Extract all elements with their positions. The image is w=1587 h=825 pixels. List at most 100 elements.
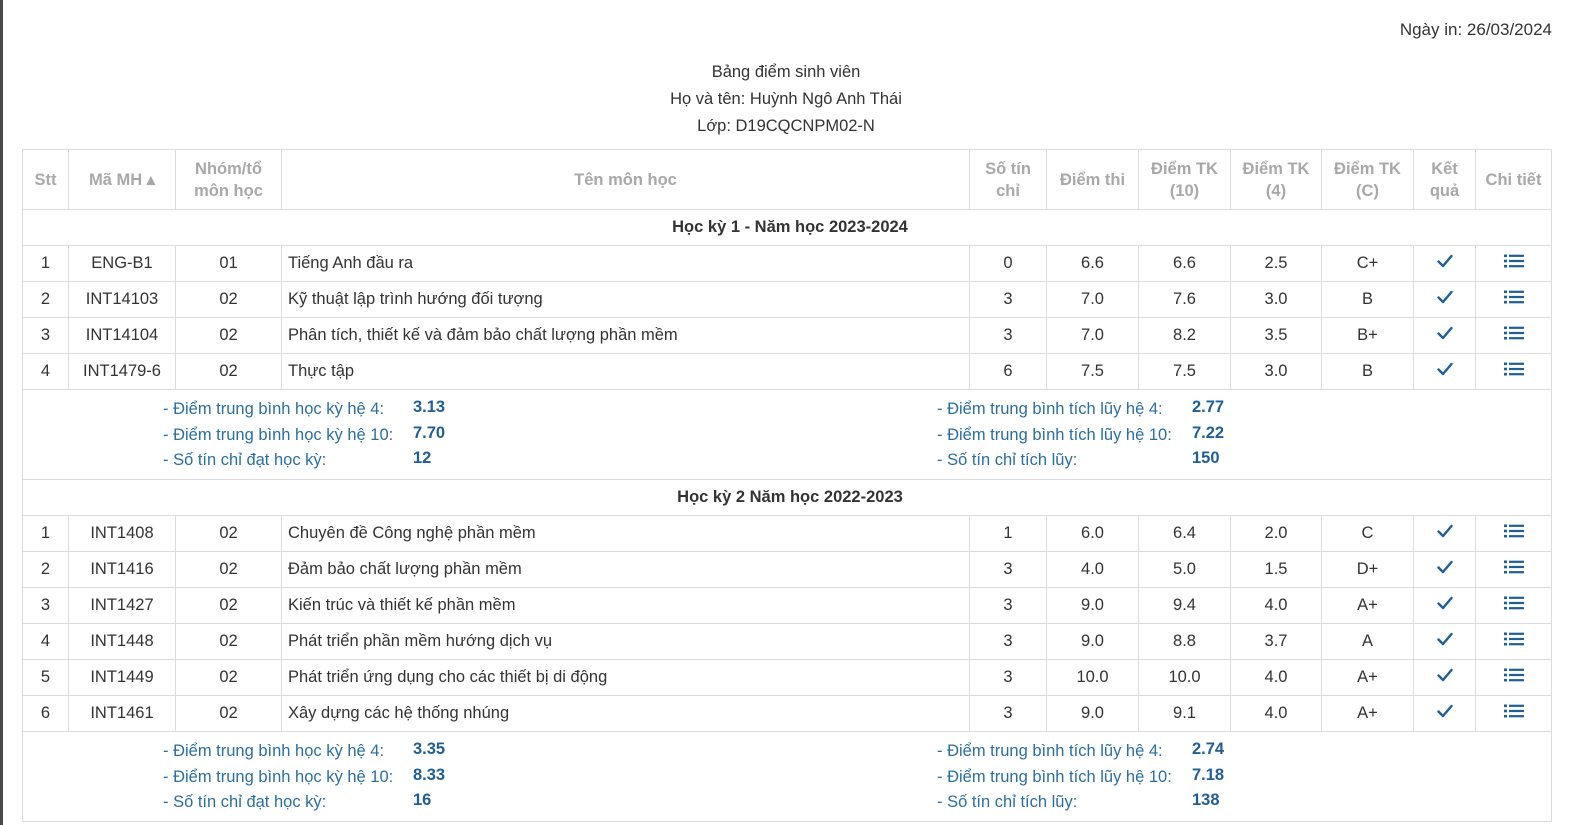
class-name: Lớp: D19CQCNPM02-N [697, 117, 875, 135]
row-detail[interactable] [1475, 623, 1552, 660]
list-icon[interactable] [1503, 361, 1524, 382]
row-course-name: Phát triển phần mềm hướng dịch vụ [281, 623, 970, 660]
col-group-label-1: Nhóm/tổ [195, 159, 262, 178]
row-course-name: Phát triển ứng dụng cho các thiết bị di … [281, 659, 970, 696]
row-group: 02 [175, 695, 282, 732]
col-tk4[interactable]: Điểm TK (4) [1230, 149, 1322, 210]
row-stt: 5 [22, 659, 69, 696]
row-detail[interactable] [1475, 587, 1552, 624]
row-detail[interactable] [1475, 317, 1552, 354]
col-credits-label-2: chỉ [996, 181, 1020, 200]
row-credits: 3 [969, 281, 1047, 318]
row-exam-score: 10.0 [1046, 659, 1139, 696]
list-icon[interactable] [1503, 523, 1524, 544]
row-exam-score: 6.0 [1046, 515, 1139, 552]
list-icon[interactable] [1503, 703, 1524, 724]
row-course-name: Chuyên đề Công nghệ phần mềm [281, 515, 970, 552]
row-credits: 3 [969, 587, 1047, 624]
col-tk4-label-2: (4) [1265, 181, 1287, 200]
check-icon [1436, 596, 1453, 615]
row-group: 02 [175, 281, 282, 318]
row-tkc: B [1321, 353, 1414, 390]
row-credits: 3 [969, 623, 1047, 660]
row-tk10: 6.6 [1138, 245, 1231, 282]
summary-label: - Điểm trung bình tích lũy hệ 4: [937, 400, 1163, 418]
row-result [1413, 317, 1476, 354]
summary-value: 8.33 [413, 765, 446, 784]
row-result [1413, 515, 1476, 552]
row-course-name: Xây dựng các hệ thống nhúng [281, 695, 970, 732]
list-icon[interactable] [1503, 325, 1524, 346]
list-icon[interactable] [1503, 667, 1524, 688]
check-icon [1436, 362, 1453, 381]
row-tk4: 3.0 [1230, 281, 1322, 318]
check-icon [1436, 632, 1453, 651]
summary-value: 138 [1192, 791, 1220, 809]
col-credits[interactable]: Số tín chỉ [969, 149, 1047, 210]
col-group[interactable]: Nhóm/tổ môn học [175, 149, 282, 210]
transcript-header: Bảng điểm sinh viên Họ và tên: Huỳnh Ngô… [0, 62, 1572, 143]
row-exam-score: 9.0 [1046, 623, 1139, 660]
col-detail[interactable]: Chi tiết [1475, 149, 1552, 210]
row-exam-score: 4.0 [1046, 551, 1139, 588]
col-tkc-label-1: Điểm TK [1334, 159, 1401, 178]
row-stt: 4 [22, 623, 69, 660]
semester-summary-row: - Điểm trung bình học kỳ hệ 4: 3.35 - Điểm… [22, 731, 1552, 822]
list-icon[interactable] [1503, 631, 1524, 652]
row-group: 02 [175, 623, 282, 660]
col-stt-label: Stt [34, 170, 57, 189]
row-tk10: 7.6 [1138, 281, 1231, 318]
row-stt: 1 [22, 515, 69, 552]
row-detail[interactable] [1475, 515, 1552, 552]
row-detail[interactable] [1475, 245, 1552, 282]
col-stt[interactable]: Stt [22, 149, 69, 210]
row-course-name: Kỹ thuật lập trình hướng đối tượng [281, 281, 970, 318]
col-exam[interactable]: Điểm thi [1046, 149, 1139, 210]
row-group: 02 [175, 515, 282, 552]
col-exam-label: Điểm thi [1059, 170, 1126, 189]
row-stt: 2 [22, 551, 69, 588]
semester-header-row: Học kỳ 1 - Năm học 2023-2024 [22, 209, 1552, 246]
list-icon[interactable] [1503, 289, 1524, 310]
col-result[interactable]: Kết quả [1413, 149, 1476, 210]
row-detail[interactable] [1475, 551, 1552, 588]
list-icon[interactable] [1503, 253, 1524, 274]
table-row: 2 INT14103 02 Kỹ thuật lập trình hướng đối … [22, 281, 1552, 318]
col-code[interactable]: Mã MH ▴ [68, 149, 176, 210]
row-credits: 3 [969, 317, 1047, 354]
check-icon [1436, 254, 1453, 273]
row-detail[interactable] [1475, 659, 1552, 696]
summary-value: 3.13 [413, 398, 446, 416]
row-tkc: D+ [1321, 551, 1414, 588]
col-credits-label-1: Số tín [985, 159, 1031, 178]
row-detail[interactable] [1475, 695, 1552, 732]
col-tkc[interactable]: Điểm TK (C) [1321, 149, 1414, 210]
row-detail[interactable] [1475, 353, 1552, 390]
summary-label: - Điểm trung bình tích lũy hệ 10: [937, 425, 1172, 444]
check-icon [1436, 326, 1453, 345]
row-result [1413, 245, 1476, 282]
col-tk10[interactable]: Điểm TK (10) [1138, 149, 1231, 210]
summary-value: 7.70 [413, 423, 446, 442]
col-tk10-label-1: Điểm TK [1151, 159, 1218, 178]
row-tk10: 9.1 [1138, 695, 1231, 732]
row-tk4: 3.7 [1230, 623, 1322, 660]
list-icon[interactable] [1503, 559, 1524, 580]
row-tk4: 2.0 [1230, 515, 1322, 552]
row-detail[interactable] [1475, 281, 1552, 318]
col-tk10-label-2: (10) [1169, 181, 1200, 200]
summary-label: - Số tín chỉ đạt học kỳ: [163, 451, 327, 469]
list-icon[interactable] [1503, 595, 1524, 616]
row-tk10: 6.4 [1138, 515, 1231, 552]
row-tk10: 10.0 [1138, 659, 1231, 696]
col-name[interactable]: Tên môn học [281, 149, 970, 210]
col-detail-label: Chi tiết [1485, 170, 1542, 189]
row-tk4: 1.5 [1230, 551, 1322, 588]
summary-label: - Số tín chỉ tích lũy: [937, 451, 1078, 469]
row-stt: 3 [22, 587, 69, 624]
row-tkc: B+ [1321, 317, 1414, 354]
row-tk4: 4.0 [1230, 695, 1322, 732]
transcript-title: Bảng điểm sinh viên [711, 63, 861, 81]
row-tkc: A+ [1321, 695, 1414, 732]
semester-title: Học kỳ 2 Năm học 2022-2023 [22, 479, 1552, 516]
